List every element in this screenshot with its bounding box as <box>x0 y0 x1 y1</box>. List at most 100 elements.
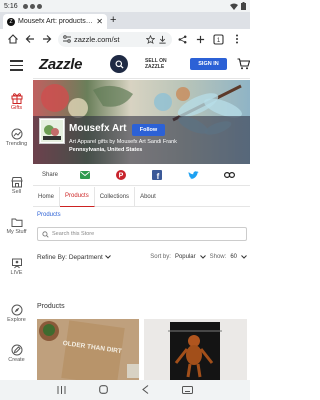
share-page-icon[interactable] <box>174 30 192 48</box>
more-menu-icon[interactable] <box>228 30 246 48</box>
home-icon[interactable] <box>4 30 21 48</box>
chevron-down-icon <box>199 255 206 259</box>
keyboard-icon[interactable] <box>182 381 194 399</box>
tab-collections[interactable]: Collections <box>95 186 136 207</box>
trending-icon <box>11 128 22 140</box>
follow-button[interactable]: Follow <box>132 124 165 136</box>
chevron-down-icon <box>241 255 247 259</box>
store-location: Pennsylvania, United States <box>69 147 143 153</box>
sell-line-2: ZAZZLE <box>145 64 165 70</box>
tab-about[interactable]: About <box>135 187 161 207</box>
download-icon[interactable] <box>158 35 167 44</box>
twitter-icon <box>188 170 199 179</box>
live-icon <box>11 258 22 269</box>
refine-row: Refine By: Department Sort by: Popular S… <box>37 251 247 263</box>
svg-text:1: 1 <box>217 38 221 44</box>
status-time: 5:16 <box>4 2 18 10</box>
status-notification-icons <box>22 3 42 9</box>
chevron-down-icon <box>104 255 111 259</box>
nav-label-my-stuff: My Stuff <box>6 229 27 235</box>
nav-item-explore[interactable]: Explore <box>0 304 33 323</box>
nav-item-sell[interactable]: Sell <box>0 176 33 195</box>
show-label: Show: <box>209 254 227 260</box>
new-tab-icon[interactable]: + <box>110 15 116 26</box>
nav-item-create[interactable]: Create <box>0 344 33 363</box>
nav-item-live[interactable]: LIVE <box>0 257 33 276</box>
email-icon <box>80 171 90 179</box>
zazzle-logo[interactable]: Zazzle <box>39 56 83 73</box>
share-facebook-button[interactable]: f <box>139 165 175 186</box>
nav-label-explore: Explore <box>7 317 26 323</box>
nav-item-my-stuff[interactable]: My Stuff <box>0 216 33 235</box>
store-name: Mousefx Art <box>69 123 127 134</box>
create-icon <box>11 344 22 356</box>
search-button[interactable] <box>110 55 128 73</box>
browser-tab[interactable]: Z Mousefx Art: products on ✕ <box>3 14 107 29</box>
nav-label-sell: Sell <box>11 189 22 195</box>
sign-in-button[interactable]: SIGN IN <box>190 58 227 70</box>
tab-products[interactable]: Products <box>60 186 95 207</box>
tab-home[interactable]: Home <box>33 186 61 207</box>
cart-icon[interactable] <box>237 57 251 75</box>
store-avatar[interactable] <box>39 118 65 144</box>
store-description: Art Apparel gifts by Mousefx Art Sandi F… <box>69 139 177 145</box>
store-icon <box>10 177 23 188</box>
back-icon[interactable] <box>21 30 38 48</box>
sort-by-label: Sort by: <box>150 254 171 260</box>
share-twitter-button[interactable] <box>175 165 211 186</box>
nav-label-create: Create <box>8 357 25 363</box>
store-search-icon <box>42 230 49 238</box>
share-link-button[interactable] <box>211 165 247 186</box>
refine-label: Refine By: <box>37 253 67 261</box>
link-icon <box>223 172 235 178</box>
refine-department-select[interactable]: Department <box>69 254 103 261</box>
nav-label-live: LIVE <box>10 270 23 276</box>
android-nav-bar <box>0 380 250 400</box>
bookmark-star-icon[interactable] <box>145 34 155 44</box>
folder-icon <box>11 218 22 227</box>
facebook-icon: f <box>152 170 162 180</box>
site-info-icon[interactable] <box>62 35 71 43</box>
zazzle-favicon-icon: Z <box>7 17 15 26</box>
svg-text:P: P <box>119 173 124 180</box>
status-bar: 5:16 <box>0 0 250 12</box>
tab-title: Mousefx Art: products on <box>18 18 94 25</box>
products-heading: Products <box>37 303 65 310</box>
breadcrumb[interactable]: Products <box>37 212 61 218</box>
svg-text:f: f <box>157 172 160 180</box>
tab-switcher-icon[interactable]: 1 <box>210 30 228 48</box>
product-image: OLDER THAN DIRT <box>37 319 139 380</box>
system-back-icon[interactable] <box>141 381 149 399</box>
store-banner: Mousefx Art Follow Art Apparel gifts by … <box>33 80 250 164</box>
product-card-older-than-dirt[interactable]: OLDER THAN DIRT <box>37 319 139 380</box>
compass-icon <box>11 304 22 316</box>
app-left-nav: Gifts Trending Sell My Stuff LIVE Explor… <box>0 49 33 380</box>
share-email-button[interactable] <box>67 165 103 186</box>
product-card-orangutan[interactable] <box>144 319 247 380</box>
nav-item-gifts[interactable]: Gifts <box>0 92 33 111</box>
close-tab-icon[interactable]: ✕ <box>96 17 103 26</box>
share-pinterest-button[interactable]: P <box>103 165 139 186</box>
battery-icon <box>241 2 246 10</box>
share-label: Share <box>42 172 59 178</box>
address-bar[interactable]: zazzle.com/st <box>57 31 172 47</box>
sell-on-zazzle-link[interactable]: SELL ON ZAZZLE <box>145 58 167 70</box>
forward-icon[interactable] <box>39 30 56 48</box>
browser-toolbar: zazzle.com/st 1 <box>0 29 250 49</box>
site-header: Zazzle SELL ON ZAZZLE SIGN IN <box>33 49 251 79</box>
show-count-select[interactable]: 60 <box>230 254 237 260</box>
home-button-icon[interactable] <box>99 381 109 399</box>
store-search-placeholder: Search this Store <box>52 231 95 237</box>
hamburger-menu-icon[interactable] <box>10 60 23 74</box>
nav-item-trending[interactable]: Trending <box>0 128 33 147</box>
wifi-icon <box>230 3 238 10</box>
browser-tab-strip: Z Mousefx Art: products on ✕ + <box>0 12 250 29</box>
url-text: zazzle.com/st <box>73 34 120 44</box>
sort-by-select[interactable]: Popular <box>175 254 196 260</box>
product-image <box>144 319 247 380</box>
store-tabs: Home Products Collections About <box>33 186 250 207</box>
add-tab-icon[interactable] <box>192 30 210 48</box>
store-search-field[interactable]: Search this Store <box>37 227 247 241</box>
share-row: Share P f <box>33 165 250 186</box>
recents-icon[interactable] <box>57 381 66 399</box>
